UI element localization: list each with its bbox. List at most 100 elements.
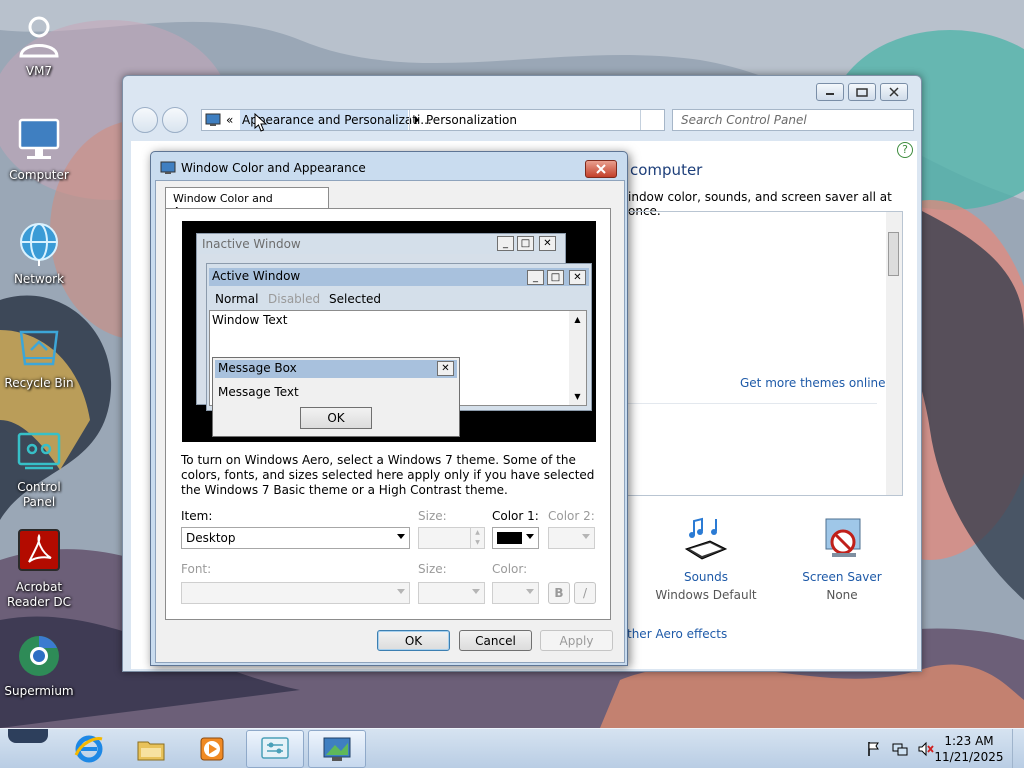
close-icon (889, 87, 899, 97)
action-center-flag-icon[interactable] (866, 741, 882, 757)
scroll-up-icon: ▲ (570, 312, 585, 327)
window-color-dialog[interactable]: Window Color and Appearance Window Color… (150, 151, 628, 666)
restore-button[interactable] (848, 83, 876, 101)
desktop-icon-recycle-bin[interactable]: Recycle Bin (1, 324, 77, 391)
aero-info-text: To turn on Windows Aero, select a Window… (181, 453, 595, 497)
menu-disabled: Disabled (268, 292, 321, 306)
themes-scrollbar[interactable] (886, 212, 902, 495)
breadcrumb-overflow[interactable]: « (226, 113, 233, 127)
scrollbar-thumb[interactable] (888, 232, 899, 276)
chevron-right-icon (414, 116, 419, 124)
file-explorer-icon (137, 741, 165, 761)
font-size-label: Size: (418, 562, 447, 576)
screen-saver-label[interactable]: Screen Saver (787, 570, 897, 584)
item-select[interactable]: Desktop (181, 527, 410, 549)
clock-time: 1:23 AM (944, 734, 994, 748)
tab-window-color[interactable]: Window Color and Appearance (165, 187, 329, 218)
desktop-icon-control-panel[interactable]: Control Panel (1, 428, 77, 510)
aero-effects-link[interactable]: ther Aero effects (627, 627, 727, 641)
taskbar-personalization[interactable] (308, 730, 366, 768)
sounds-value: Windows Default (655, 588, 757, 602)
chevron-down-icon (472, 589, 480, 594)
dialog-close-button[interactable] (585, 160, 617, 178)
font-size-select[interactable] (418, 582, 485, 604)
personalization-icon (323, 737, 351, 761)
breadcrumb-current[interactable]: Personalization (426, 113, 517, 127)
message-box-preview[interactable]: Message Box ✕ Message Text OK (212, 357, 460, 437)
desktop-icon-network[interactable]: Network (1, 220, 77, 287)
page-heading: computer (630, 161, 703, 179)
desktop-icon-label: Reader DC (7, 595, 71, 609)
computer-icon (18, 118, 60, 159)
clock-date: 11/21/2025 (934, 750, 1004, 764)
volume-muted-icon[interactable] (918, 741, 934, 757)
control-panel-address-icon (205, 113, 221, 126)
taskbar[interactable]: 1:23 AM 11/21/2025 (0, 728, 1024, 768)
chevron-down-icon (582, 534, 590, 539)
back-button[interactable] (132, 107, 158, 133)
search-input[interactable]: Search Control Panel (672, 109, 914, 131)
font-label: Font: (181, 562, 212, 576)
size-label: Size: (418, 509, 447, 523)
color1-label: Color 1: (492, 509, 539, 523)
mouse-cursor-icon (254, 113, 268, 132)
close-icon (596, 164, 606, 174)
size-spinner[interactable]: ▲ ▼ (418, 527, 485, 549)
desktop-icon-vm7[interactable]: VM7 (1, 12, 77, 79)
forward-button[interactable] (162, 107, 188, 133)
desktop-icon-supermium[interactable]: Supermium (1, 632, 77, 699)
message-text: Message Text (218, 385, 299, 399)
get-more-themes-link[interactable]: Get more themes online (740, 376, 886, 390)
close-button[interactable] (880, 83, 908, 101)
cancel-button[interactable]: Cancel (459, 630, 532, 651)
recycle-bin-icon (19, 330, 59, 366)
color2-label: Color 2: (548, 509, 595, 523)
color1-picker[interactable] (492, 527, 539, 549)
themes-list[interactable]: Get more themes online (611, 211, 903, 496)
apply-button[interactable]: Apply (540, 630, 613, 651)
window-text: Window Text (212, 313, 288, 327)
bold-button[interactable]: B (548, 582, 570, 604)
desktop-icon-acrobat[interactable]: Acrobat Reader DC (1, 528, 77, 610)
desktop-icon-computer[interactable]: Computer (1, 116, 77, 183)
preview-close-icon: ✕ (539, 236, 556, 251)
desktop-icon-label: VM7 (25, 64, 53, 78)
minimize-button[interactable] (816, 83, 844, 101)
taskbar-file-explorer[interactable] (122, 730, 180, 768)
preview-minimize-icon: _ (497, 236, 514, 251)
desktop-icon-label: Network (13, 272, 65, 286)
taskbar-internet-explorer[interactable] (60, 730, 118, 768)
sounds-option[interactable]: Sounds Windows Default (651, 515, 761, 602)
italic-button[interactable]: / (574, 582, 596, 604)
chevron-down-icon (397, 534, 405, 539)
start-button[interactable] (8, 729, 48, 743)
screen-saver-value: None (826, 588, 858, 602)
minimize-icon (826, 93, 834, 95)
taskbar-media-player[interactable] (184, 730, 242, 768)
show-desktop-button[interactable] (1012, 729, 1024, 768)
network-status-icon[interactable] (892, 741, 908, 757)
preview-scrollbar: ▲ ▼ (569, 311, 586, 405)
address-dropdown-button[interactable] (640, 110, 664, 130)
control-panel-icon (261, 737, 289, 759)
color2-picker[interactable] (548, 527, 595, 549)
sounds-label[interactable]: Sounds (651, 570, 761, 584)
dialog-body: Window Color and Appearance Inactive Win… (155, 180, 625, 663)
desktop-icon-label: Computer (9, 168, 69, 182)
appearance-preview[interactable]: Inactive Window _ □ ✕ Active Window _ □ … (182, 221, 596, 442)
font-select[interactable] (181, 582, 410, 604)
taskbar-control-panel[interactable] (246, 730, 304, 768)
breadcrumb-parent[interactable]: Appearance and Personalizati... (242, 113, 432, 127)
address-bar[interactable]: « Appearance and Personalizati... Person… (201, 109, 665, 131)
desktop-icon-label: Acrobat (15, 580, 63, 594)
font-color-picker[interactable] (492, 582, 539, 604)
screen-saver-option[interactable]: Screen Saver None (787, 515, 897, 602)
spinner-arrows-icon[interactable]: ▲ ▼ (470, 528, 484, 548)
help-icon[interactable]: ? (897, 142, 913, 158)
preview-close-icon: ✕ (569, 270, 586, 285)
font-color-label: Color: (492, 562, 528, 576)
breadcrumb-separator[interactable] (409, 110, 423, 130)
system-clock[interactable]: 1:23 AM 11/21/2025 (934, 733, 1004, 765)
dialog-app-icon (160, 161, 176, 174)
ok-button[interactable]: OK (377, 630, 450, 651)
